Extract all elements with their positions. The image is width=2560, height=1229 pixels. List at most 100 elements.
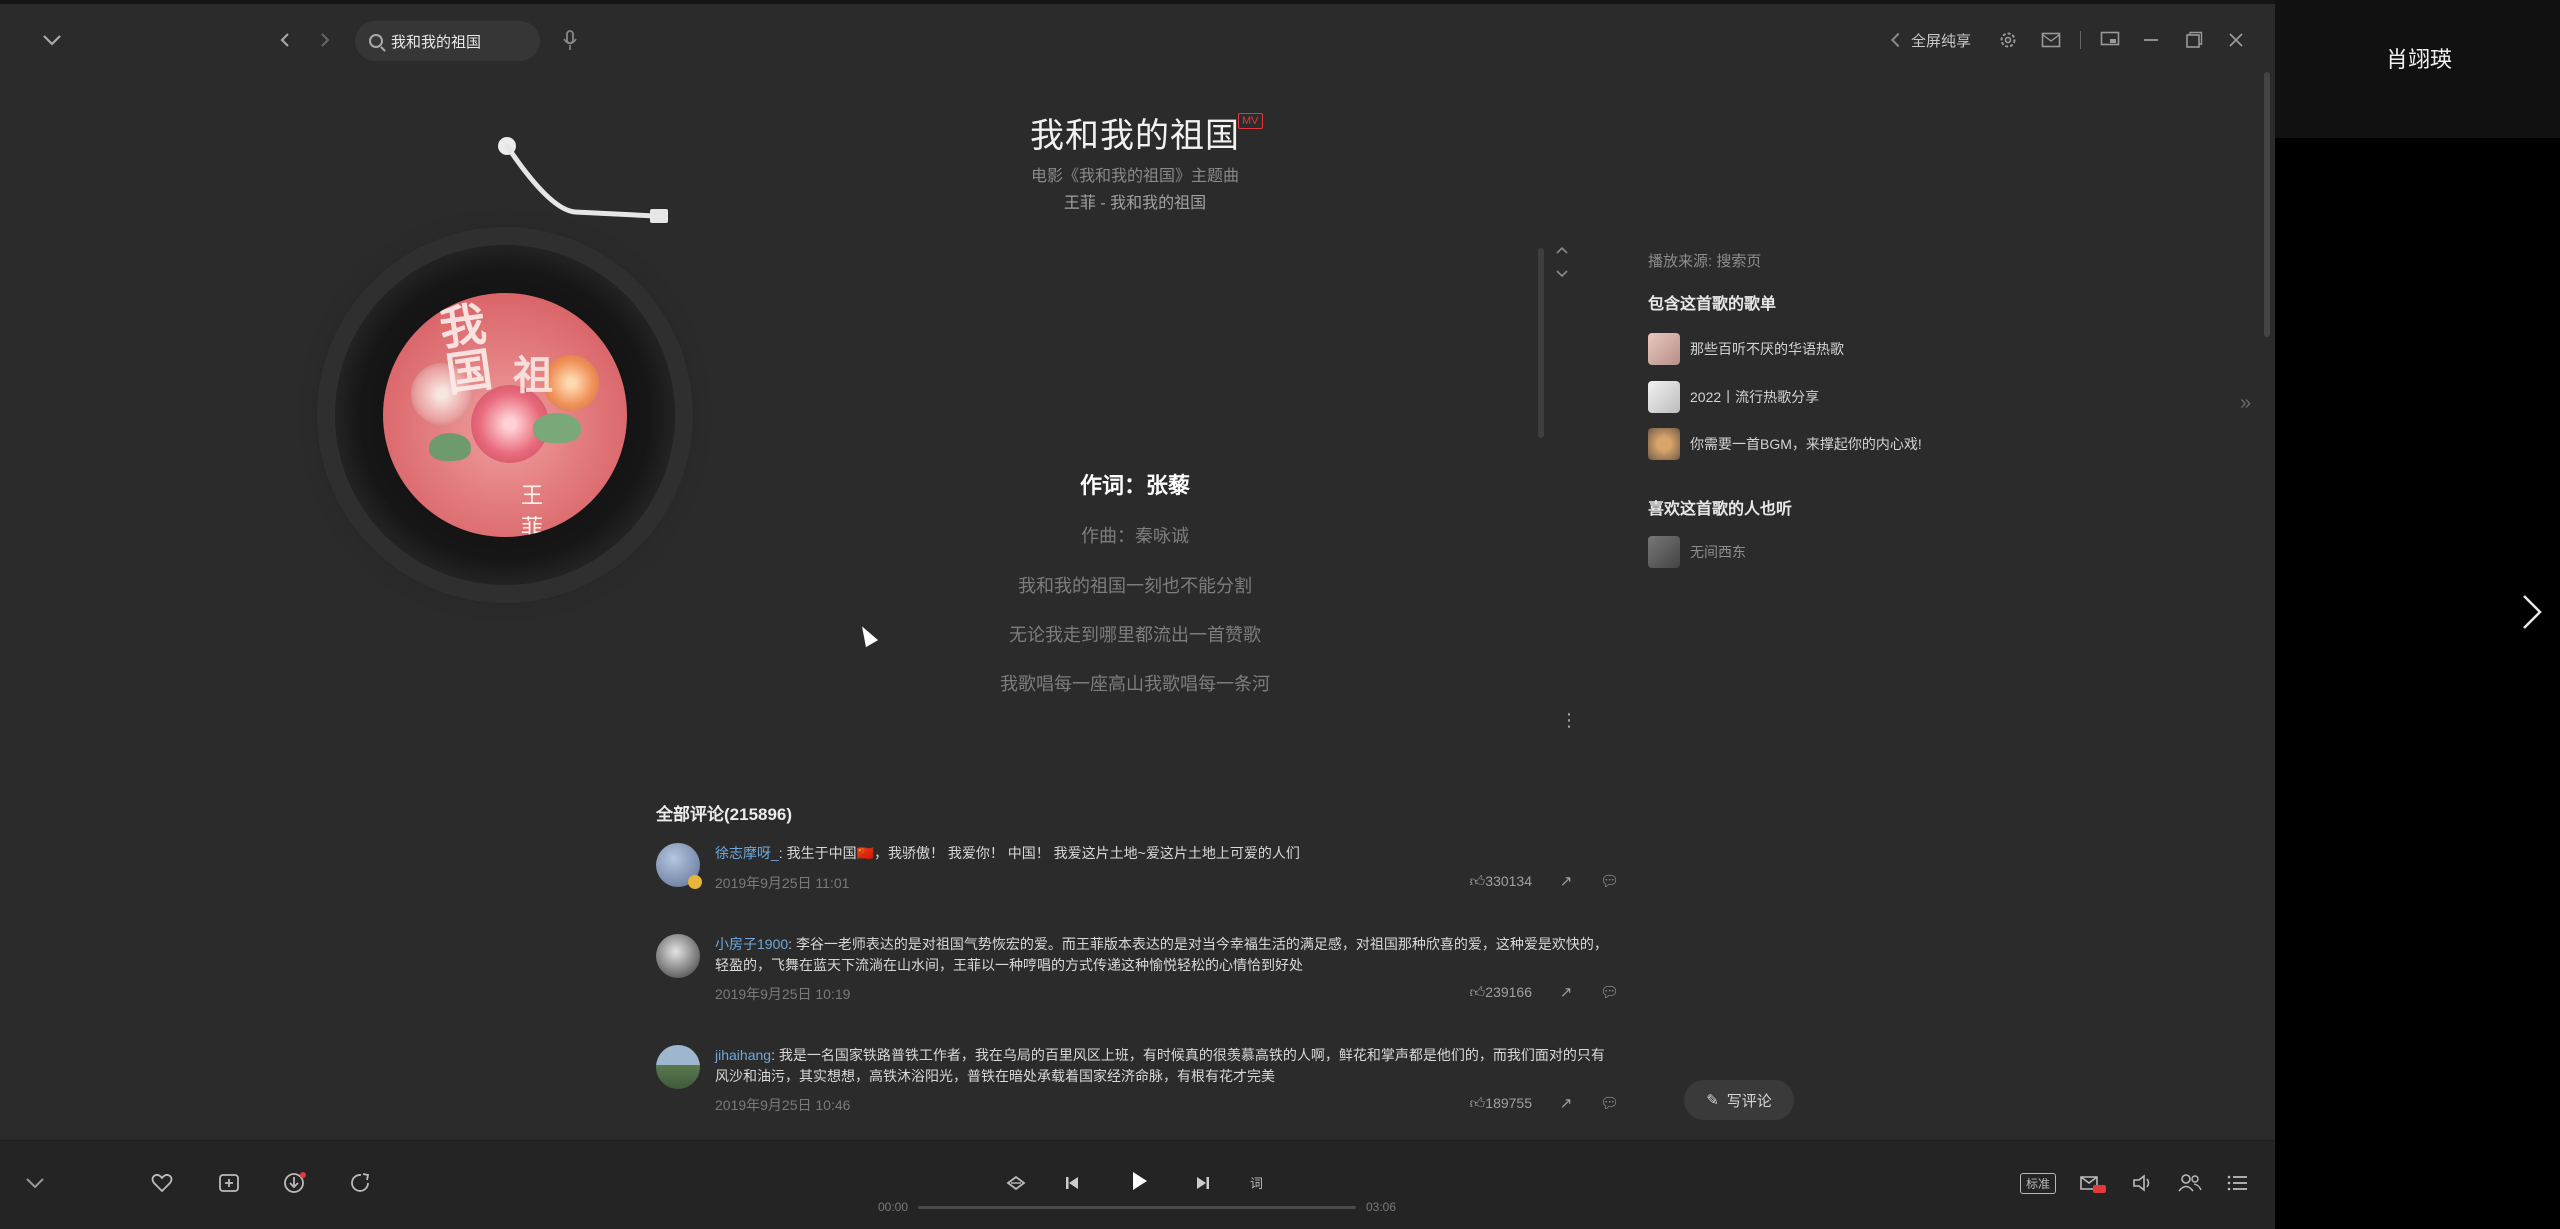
playlist-item[interactable]: 2022丨流行热歌分享: [1648, 380, 1819, 414]
settings-icon[interactable]: [1990, 18, 2026, 62]
lyrics-scroll-down-icon[interactable]: [1555, 266, 1569, 282]
fullscreen-icon: [1890, 32, 1906, 48]
comment-item: jihaihang: 我是一名国家铁路普铁工作者，我在乌局的百里风区上班，有时候…: [656, 1045, 1619, 1125]
avatar[interactable]: [656, 1045, 700, 1089]
reply-icon[interactable]: 💬︎: [1600, 1095, 1619, 1112]
listen-together-icon[interactable]: [2172, 1165, 2208, 1201]
mode-icon[interactable]: [998, 1165, 1034, 1201]
next-page-icon[interactable]: [2520, 592, 2544, 642]
lyric-line: 作词：张藜: [1079, 473, 1190, 498]
share-icon[interactable]: ↗: [1558, 1095, 1574, 1112]
like-count: 239166: [1485, 984, 1532, 1000]
window-top-edge: [0, 0, 2275, 4]
avatar[interactable]: [656, 934, 700, 978]
like-button[interactable]: 👍︎239166: [1469, 984, 1532, 1001]
share-icon[interactable]: ↗: [1558, 873, 1574, 890]
comment-body: 徐志摩呀_: 我生于中国🇨🇳，我骄傲！ 我爱你！ 中国！ 我爱这片土地~爱这片土…: [715, 845, 1300, 861]
lyrics-icon[interactable]: 词: [1240, 1165, 1276, 1201]
playlist-item[interactable]: 你需要一首BGM，来撑起你的内心戏!: [1648, 427, 1922, 461]
comment-actions: 👍︎189755 ↗ 💬︎: [1469, 1095, 1619, 1112]
reply-icon[interactable]: 💬︎: [1600, 984, 1619, 1001]
total-time: 03:06: [1366, 1200, 1397, 1214]
playlist-thumbnail: [1648, 333, 1680, 365]
like-button[interactable]: 👍︎189755: [1469, 1095, 1532, 1112]
like-button[interactable]: 👍︎330134: [1469, 873, 1532, 890]
minimize-icon[interactable]: [2133, 18, 2169, 62]
comment-user[interactable]: jihaihang: [715, 1047, 771, 1063]
thumb-up-icon: 👍︎: [1469, 1095, 1486, 1112]
like-count: 330134: [1485, 873, 1532, 889]
close-icon[interactable]: [2218, 18, 2254, 62]
download-icon[interactable]: [277, 1165, 313, 1201]
mic-icon[interactable]: [555, 18, 585, 62]
song-title: 我和我的祖国: [1030, 117, 1240, 155]
more-options-icon[interactable]: ⋮: [1560, 710, 1578, 731]
playlist-item[interactable]: 那些百听不厌的华语热歌: [1648, 332, 1844, 366]
player-bar: 词 00:00 03:06 标准: [0, 1140, 2275, 1229]
next-icon[interactable]: [1185, 1165, 1221, 1201]
search-value: 我和我的祖国: [391, 33, 482, 51]
reply-icon[interactable]: 💬︎: [1600, 873, 1619, 890]
fullscreen-button[interactable]: 全屏纯享: [1890, 18, 2003, 62]
search-icon: [369, 34, 383, 48]
comment-actions: 👍︎330134 ↗ 💬︎: [1469, 873, 1619, 890]
volume-icon[interactable]: [2124, 1165, 2160, 1201]
lyrics-scrollbar[interactable]: [1538, 248, 1544, 438]
playlist-icon[interactable]: [2220, 1165, 2256, 1201]
collapse-icon[interactable]: [34, 18, 70, 62]
cover-artist-art: 王菲: [521, 484, 544, 537]
write-comment-button[interactable]: ✎ 写评论: [1684, 1080, 1794, 1120]
music-player-window: 我和我的祖国 全屏纯享 我国 祖 王 菲 我和我的祖国 MV 电影《我和我的祖国…: [0, 0, 2275, 1229]
miniplayer-icon[interactable]: [2092, 18, 2128, 62]
forward-icon[interactable]: [310, 18, 340, 62]
mv-badge[interactable]: MV: [1238, 113, 1263, 129]
playlist-name: 2022丨流行热歌分享: [1690, 389, 1820, 405]
song-artist-album[interactable]: 王菲 - 我和我的祖国: [935, 189, 1335, 213]
maximize-icon[interactable]: [2176, 18, 2212, 62]
lyric-line: 作曲：秦咏诚: [1081, 526, 1189, 546]
quality-button[interactable]: 标准: [2020, 1173, 2057, 1194]
search-input[interactable]: 我和我的祖国: [355, 21, 540, 61]
expand-panel-icon[interactable]: »: [2240, 392, 2251, 415]
share-icon[interactable]: ↗: [1558, 984, 1574, 1001]
titlebar-divider: [2075, 18, 2085, 62]
album-cover: 我国 祖 王菲: [383, 293, 627, 537]
current-time: 00:00: [878, 1200, 909, 1214]
comment-user[interactable]: 徐志摩呀_: [715, 845, 779, 861]
comments-title: 全部评论(215896): [656, 805, 793, 824]
play-icon[interactable]: [1121, 1163, 1157, 1199]
add-to-playlist-icon[interactable]: [211, 1165, 247, 1201]
thumb-up-icon: 👍︎: [1469, 984, 1486, 1001]
mail-icon[interactable]: [2033, 18, 2069, 62]
song-subtitle: 电影《我和我的祖国》主题曲: [1030, 168, 1239, 185]
playlist-thumbnail: [1648, 381, 1680, 413]
share-icon[interactable]: [343, 1165, 379, 1201]
play-source: 播放来源: 搜索页: [1648, 253, 1762, 270]
lyric-line: 我歌唱每一座高山我歌唱每一条河: [1000, 674, 1270, 694]
comment-body: 小房子1900: 李谷一老师表达的是对祖国气势恢宏的爱。而王菲版本表达的是对当今…: [715, 936, 1608, 973]
playlist-name: 你需要一首BGM，来撑起你的内心戏!: [1690, 436, 1922, 452]
page-scrollbar[interactable]: [2264, 72, 2270, 337]
cover-title-art-2: 祖: [513, 352, 553, 399]
prev-icon[interactable]: [1054, 1165, 1090, 1201]
back-icon[interactable]: [270, 18, 300, 62]
similar-song-name: 无间西东: [1690, 544, 1746, 560]
side-username: 肖翊瑛: [2386, 47, 2453, 72]
tonearm: [498, 137, 668, 223]
comment-body: jihaihang: 我是一名国家铁路普铁工作者，我在乌局的百里风区上班，有时候…: [715, 1047, 1605, 1084]
lyrics-scroll-up-icon[interactable]: [1555, 242, 1569, 258]
effects-icon[interactable]: [2074, 1165, 2110, 1201]
comment-time: 2019年9月25日 10:19: [715, 986, 851, 1002]
playlist-thumbnail: [1648, 428, 1680, 460]
progress-bar[interactable]: [918, 1206, 1356, 1209]
comment-text: 我生于中国🇨🇳，我骄傲！ 我爱你！ 中国！ 我爱这片土地~爱这片土地上可爱的人们: [786, 845, 1300, 861]
comment-time: 2019年9月25日 10:46: [715, 1097, 851, 1113]
comment-text: 李谷一老师表达的是对祖国气势恢宏的爱。而王菲版本表达的是对当今幸福生活的满足感，…: [715, 936, 1608, 973]
svg-text:词: 词: [1250, 1177, 1263, 1191]
like-icon[interactable]: [144, 1165, 180, 1201]
avatar[interactable]: [656, 843, 702, 889]
comment-user[interactable]: 小房子1900: [715, 936, 788, 952]
similar-song-item[interactable]: 无间西东: [1648, 535, 1746, 569]
collapse-player-icon[interactable]: [17, 1165, 53, 1201]
comment-actions: 👍︎239166 ↗ 💬︎: [1469, 984, 1619, 1001]
